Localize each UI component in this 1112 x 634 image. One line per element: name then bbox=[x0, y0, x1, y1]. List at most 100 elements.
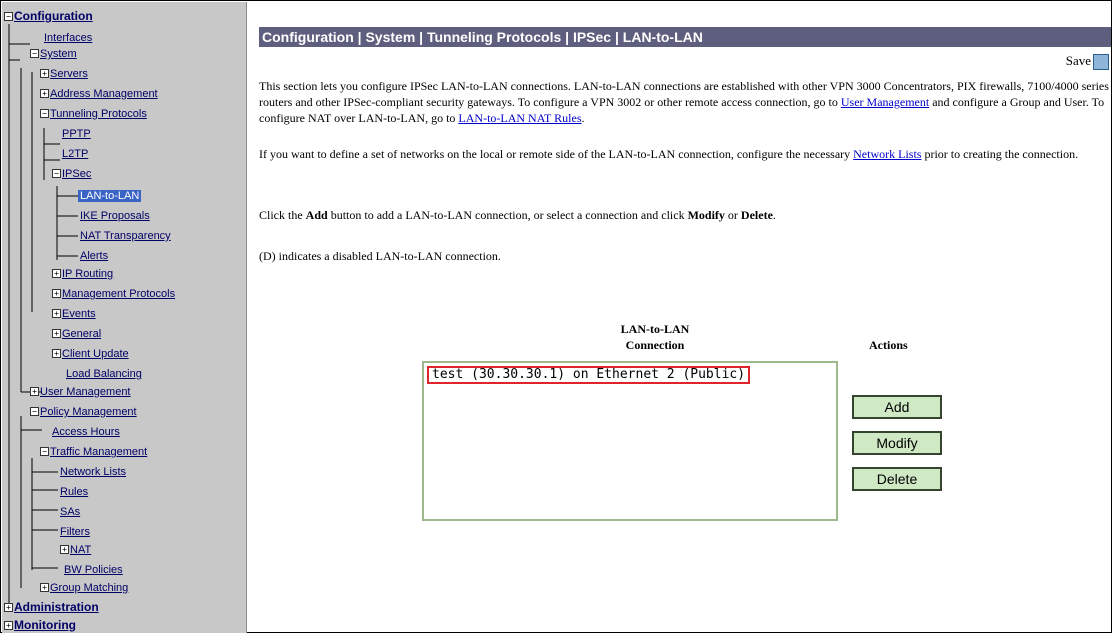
tree-item-nat-transparency[interactable]: NAT Transparency bbox=[80, 228, 171, 244]
tree-label[interactable]: IKE Proposals bbox=[80, 210, 150, 222]
save-disk-icon[interactable] bbox=[1093, 54, 1109, 71]
tree-item-pptp[interactable]: PPTP bbox=[62, 126, 91, 142]
tree-label[interactable]: Filters bbox=[60, 526, 90, 538]
intro-paragraph: This section lets you configure IPSec LA… bbox=[259, 78, 1109, 126]
tree-item-load-balancing[interactable]: Load Balancing bbox=[66, 366, 142, 382]
connection-listbox[interactable]: test (30.30.30.1) on Ethernet 2 (Public) bbox=[422, 361, 838, 521]
expand-icon[interactable]: + bbox=[52, 308, 61, 318]
tree-item-l2tp[interactable]: L2TP bbox=[62, 146, 88, 162]
expand-icon[interactable]: + bbox=[40, 88, 49, 98]
instructions-paragraph: Click the Add button to add a LAN-to-LAN… bbox=[259, 207, 1109, 223]
tree-item-sas[interactable]: SAs bbox=[60, 504, 80, 520]
tree-item-administration[interactable]: + Administration bbox=[4, 599, 99, 615]
tree-item-group-matching[interactable]: + Group Matching bbox=[40, 580, 128, 596]
user-management-link[interactable]: User Management bbox=[841, 95, 929, 109]
tree-item-ike-proposals[interactable]: IKE Proposals bbox=[80, 208, 150, 224]
collapse-icon[interactable]: − bbox=[40, 108, 49, 118]
modify-button[interactable]: Modify bbox=[852, 431, 942, 455]
tree-item-general[interactable]: + General bbox=[52, 326, 101, 342]
collapse-icon[interactable]: − bbox=[40, 446, 49, 456]
tree-label[interactable]: Events bbox=[62, 308, 96, 320]
tree-item-access-hours[interactable]: Access Hours bbox=[52, 424, 120, 440]
tree-label[interactable]: Access Hours bbox=[52, 426, 120, 438]
tree-item-bw-policies[interactable]: BW Policies bbox=[64, 562, 123, 578]
tree-label[interactable]: Client Update bbox=[62, 348, 129, 360]
tree-item-rules[interactable]: Rules bbox=[60, 484, 88, 500]
tree-label[interactable]: Alerts bbox=[80, 250, 108, 262]
tree-item-monitoring[interactable]: + Monitoring bbox=[4, 617, 76, 633]
tree-label[interactable]: Interfaces bbox=[44, 32, 92, 44]
tree-item-tunneling-protocols[interactable]: − Tunneling Protocols bbox=[40, 106, 147, 122]
tree-label[interactable]: Administration bbox=[14, 600, 99, 614]
tree-label[interactable]: NAT Transparency bbox=[80, 230, 171, 242]
connection-option[interactable]: test (30.30.30.1) on Ethernet 2 (Public) bbox=[427, 366, 751, 384]
tree-label[interactable]: NAT bbox=[70, 544, 91, 556]
tree-item-client-update[interactable]: + Client Update bbox=[52, 346, 129, 362]
tree-label[interactable]: BW Policies bbox=[64, 564, 123, 576]
actions-header: Actions bbox=[869, 338, 908, 352]
collapse-icon[interactable]: − bbox=[30, 48, 39, 58]
expand-icon[interactable]: + bbox=[52, 288, 61, 298]
app-frame: − Configuration Interfaces − System + Serve… bbox=[0, 0, 1112, 633]
disabled-note: (D) indicates a disabled LAN-to-LAN conn… bbox=[259, 249, 501, 263]
network-lists-link[interactable]: Network Lists bbox=[853, 147, 921, 161]
tree-label[interactable]: Network Lists bbox=[60, 466, 126, 478]
tree-label[interactable]: SAs bbox=[60, 506, 80, 518]
tree-label[interactable]: Traffic Management bbox=[50, 446, 147, 458]
header-line: LAN-to-LAN bbox=[620, 322, 690, 336]
tree-label[interactable]: General bbox=[62, 328, 101, 340]
tree-label[interactable]: L2TP bbox=[62, 148, 88, 160]
tree-label[interactable]: Configuration bbox=[14, 9, 93, 23]
tree-item-network-lists[interactable]: Network Lists bbox=[60, 464, 126, 480]
tree-item-ipsec[interactable]: − IPSec bbox=[52, 166, 91, 182]
main-content: Configuration | System | Tunneling Proto… bbox=[259, 1, 1111, 632]
tree-label[interactable]: IP Routing bbox=[62, 268, 113, 280]
tree-label[interactable]: Management Protocols bbox=[62, 288, 175, 300]
tree-item-policy-management[interactable]: − Policy Management bbox=[30, 404, 137, 420]
expand-icon[interactable]: + bbox=[4, 602, 13, 612]
tree-item-management-protocols[interactable]: + Management Protocols bbox=[52, 286, 175, 302]
tree-label[interactable]: Rules bbox=[60, 486, 88, 498]
tree-label[interactable]: PPTP bbox=[62, 128, 91, 140]
expand-icon[interactable]: + bbox=[30, 386, 39, 396]
delete-button[interactable]: Delete bbox=[852, 467, 942, 491]
tree-label[interactable]: Group Matching bbox=[50, 582, 128, 594]
tree-label[interactable]: Tunneling Protocols bbox=[50, 108, 147, 120]
tree-label[interactable]: Address Management bbox=[50, 88, 158, 100]
tree-item-ip-routing[interactable]: + IP Routing bbox=[52, 266, 113, 282]
tree-label[interactable]: User Management bbox=[40, 386, 131, 398]
tree-item-lan-to-lan[interactable]: LAN-to-LAN bbox=[78, 188, 142, 204]
save-link[interactable]: Save bbox=[1066, 53, 1109, 71]
tree-label[interactable]: IPSec bbox=[62, 168, 91, 180]
collapse-icon[interactable]: − bbox=[30, 406, 39, 416]
lan-to-lan-nat-rules-link[interactable]: LAN-to-LAN NAT Rules bbox=[458, 111, 581, 125]
tree-item-system[interactable]: − System bbox=[30, 46, 77, 62]
tree-label[interactable]: Load Balancing bbox=[66, 368, 142, 380]
collapse-icon[interactable]: − bbox=[52, 168, 61, 178]
tree-item-user-management[interactable]: + User Management bbox=[30, 384, 131, 400]
tree-item-alerts[interactable]: Alerts bbox=[80, 248, 108, 264]
tree-item-nat[interactable]: + NAT bbox=[60, 542, 91, 558]
tree-label[interactable]: System bbox=[40, 48, 77, 60]
tree-label[interactable]: Policy Management bbox=[40, 406, 137, 418]
expand-icon[interactable]: + bbox=[60, 544, 69, 554]
expand-icon[interactable]: + bbox=[40, 68, 49, 78]
tree-label[interactable]: Servers bbox=[50, 68, 88, 80]
save-label[interactable]: Save bbox=[1066, 53, 1091, 68]
expand-icon[interactable]: + bbox=[52, 268, 61, 278]
tree-item-traffic-management[interactable]: − Traffic Management bbox=[40, 444, 147, 460]
tree-label[interactable]: Monitoring bbox=[14, 618, 76, 632]
tree-item-configuration[interactable]: − Configuration bbox=[4, 8, 93, 24]
tree-item-interfaces[interactable]: Interfaces bbox=[44, 30, 92, 46]
tree-item-events[interactable]: + Events bbox=[52, 306, 96, 322]
add-button[interactable]: Add bbox=[852, 395, 942, 419]
expand-icon[interactable]: + bbox=[4, 620, 13, 630]
expand-icon[interactable]: + bbox=[52, 348, 61, 358]
collapse-icon[interactable]: − bbox=[4, 11, 13, 21]
tree-item-address-management[interactable]: + Address Management bbox=[40, 86, 158, 102]
tree-item-filters[interactable]: Filters bbox=[60, 524, 90, 540]
tree-label-selected[interactable]: LAN-to-LAN bbox=[78, 190, 142, 202]
tree-item-servers[interactable]: + Servers bbox=[40, 66, 88, 82]
expand-icon[interactable]: + bbox=[52, 328, 61, 338]
expand-icon[interactable]: + bbox=[40, 582, 49, 592]
